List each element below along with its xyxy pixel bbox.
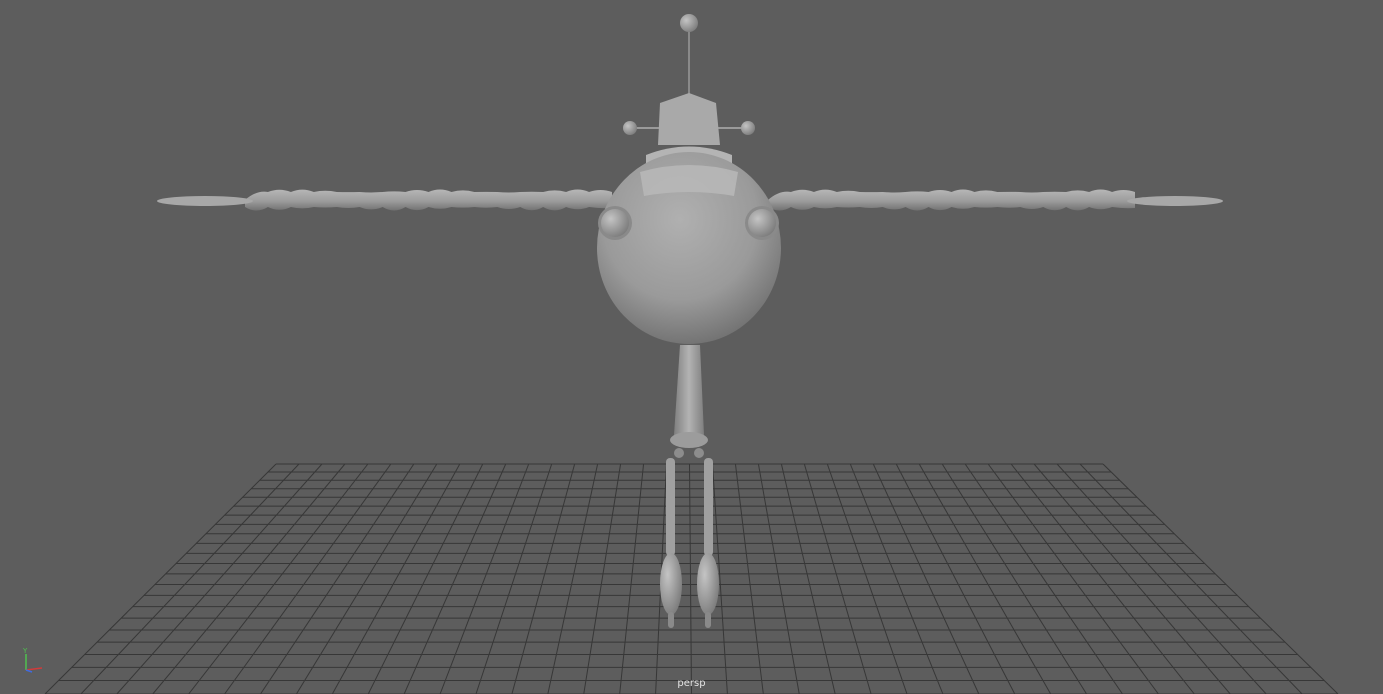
hip-joint (670, 432, 708, 448)
eye-right[interactable] (748, 209, 776, 237)
wingtip-right (1127, 196, 1223, 206)
camera-name-label: persp (677, 678, 706, 689)
leg-left[interactable] (666, 458, 675, 556)
antenna-ball[interactable] (680, 14, 698, 32)
perspective-viewport[interactable]: Y persp (0, 0, 1383, 694)
ground-grid (44, 463, 1339, 694)
leg-right[interactable] (704, 458, 713, 556)
axis-gizmo: Y (22, 647, 43, 673)
wingtip-left (157, 196, 253, 206)
cockpit-canopy[interactable] (658, 93, 720, 145)
neck-stem (674, 345, 704, 435)
wing-left[interactable] (245, 189, 612, 211)
foot-left[interactable] (660, 553, 682, 615)
cockpit-window (640, 165, 738, 196)
toe-left (668, 612, 674, 628)
viewport-scene[interactable] (0, 0, 1383, 694)
y-axis-label: Y (22, 647, 28, 655)
foot-right[interactable] (697, 553, 719, 615)
eye-left[interactable] (601, 209, 629, 237)
wing-right[interactable] (768, 189, 1135, 211)
whisker-ball-right[interactable] (741, 121, 755, 135)
toe-right (705, 612, 711, 628)
whisker-ball-left[interactable] (623, 121, 637, 135)
z-axis-icon (25, 669, 33, 673)
hip-ball-left (674, 448, 684, 458)
hip-ball-right (694, 448, 704, 458)
x-axis-icon (25, 667, 43, 671)
